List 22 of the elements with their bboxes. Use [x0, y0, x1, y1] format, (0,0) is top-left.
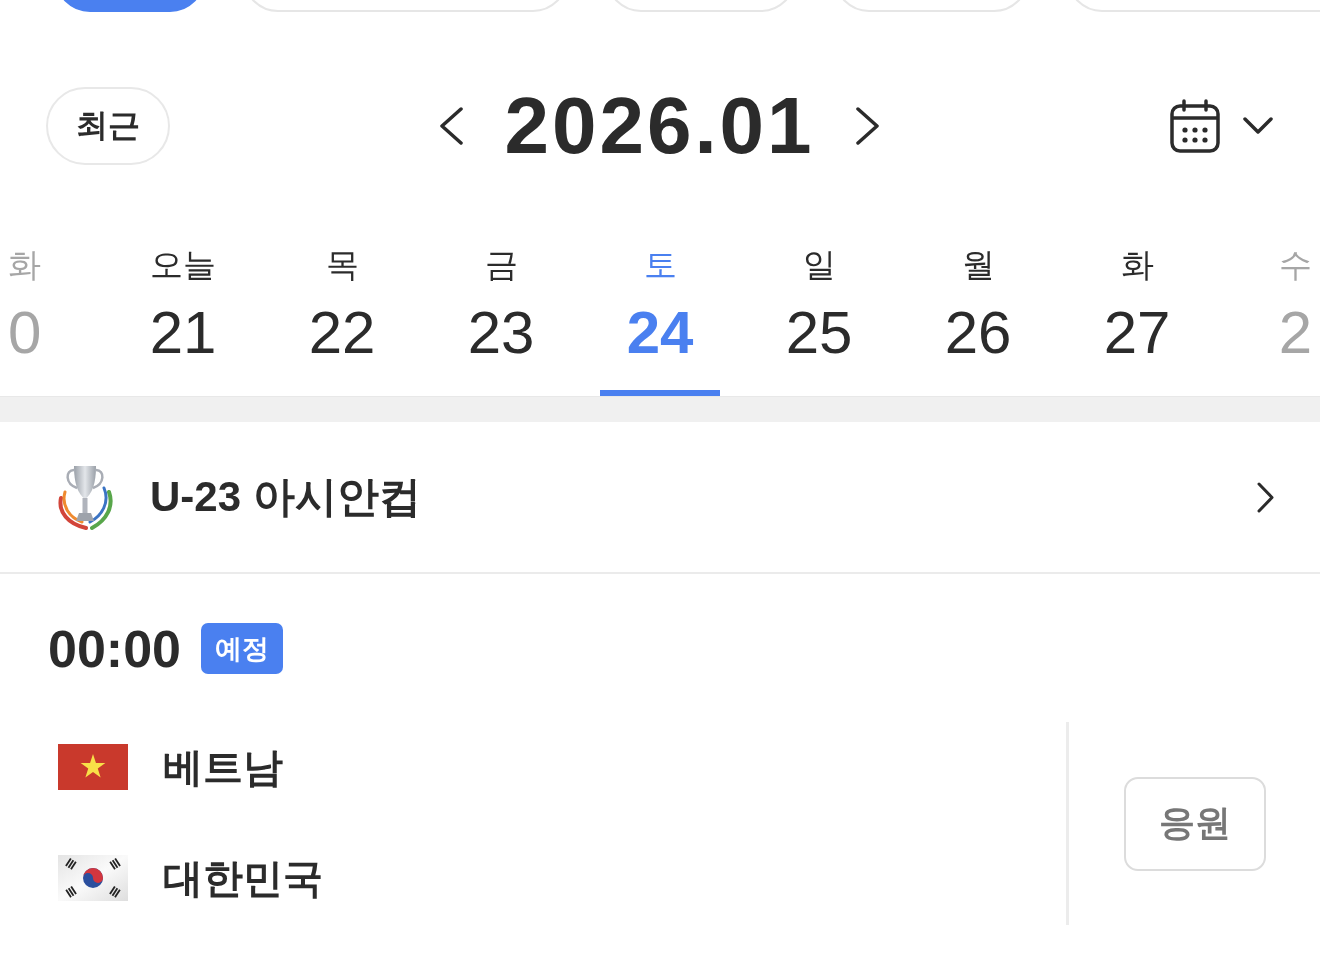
- cheer-button[interactable]: 응원: [1123, 776, 1266, 871]
- chevron-right-icon[interactable]: [854, 107, 880, 145]
- match-time: 00:00: [48, 622, 181, 675]
- league-title[interactable]: U-23 아시안컵: [150, 469, 421, 525]
- date-picker-button[interactable]: [1170, 99, 1273, 153]
- status-badge: 예정: [201, 623, 283, 674]
- day-tab[interactable]: 월 26: [918, 240, 1038, 396]
- calendar-icon[interactable]: [1170, 99, 1220, 153]
- chevron-right-icon[interactable]: [1257, 481, 1274, 513]
- day-tab[interactable]: 목 22: [282, 240, 402, 396]
- team-name: 베트남: [163, 743, 283, 791]
- chevron-down-icon[interactable]: [1243, 117, 1273, 135]
- flag-icon: [58, 855, 128, 901]
- team-name: 대한민국: [163, 854, 323, 902]
- day-tab[interactable]: 화 27: [1077, 240, 1197, 396]
- flag-icon: [58, 744, 128, 790]
- chevron-left-icon[interactable]: [439, 107, 465, 145]
- recent-button[interactable]: 최근: [46, 87, 170, 165]
- day-tab[interactable]: 오늘 21: [123, 240, 243, 396]
- day-tab[interactable]: 일 25: [759, 240, 879, 396]
- month-title: 2026.01: [504, 86, 815, 166]
- day-tab[interactable]: 금 23: [441, 240, 561, 396]
